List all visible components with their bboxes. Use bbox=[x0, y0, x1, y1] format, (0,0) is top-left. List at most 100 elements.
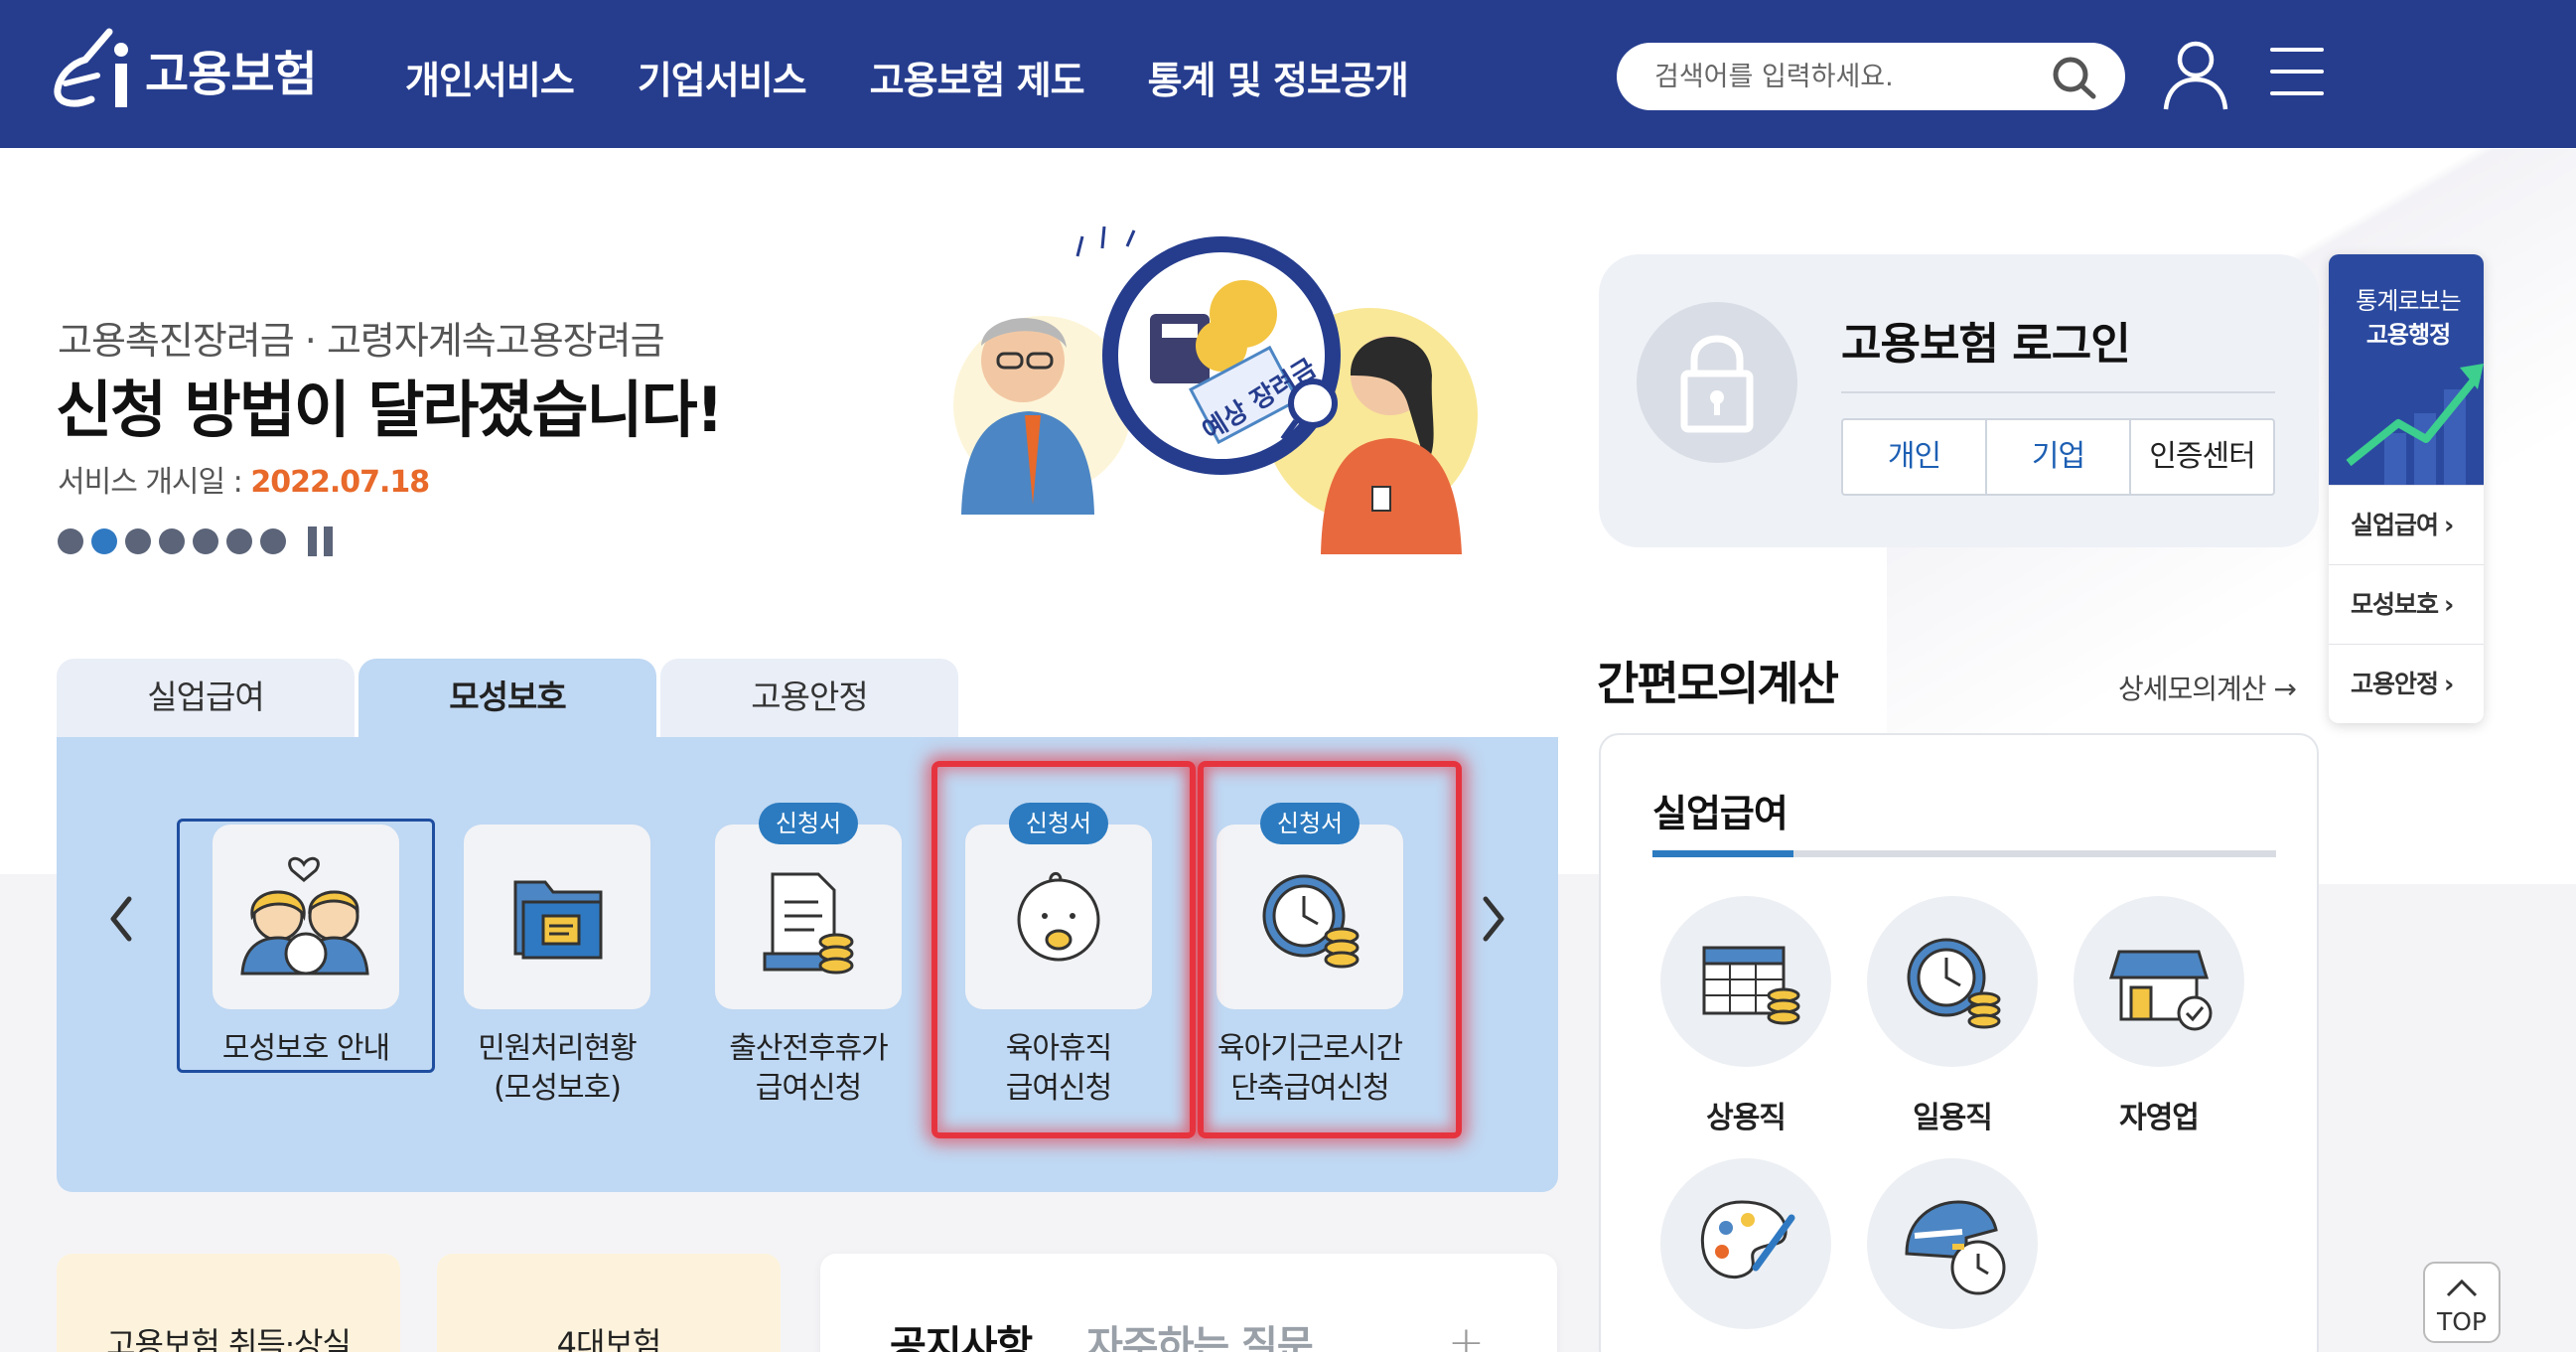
slide-dot-5[interactable] bbox=[193, 528, 218, 554]
tab-notice[interactable]: 공지사항 bbox=[890, 1313, 1033, 1352]
tab-employment-stability[interactable]: 고용안정 bbox=[660, 659, 958, 738]
search-input[interactable] bbox=[1654, 55, 2032, 98]
statistics-title-line2: 고용행정 bbox=[2365, 321, 2451, 349]
service-label: 출산전후휴가급여신청 bbox=[684, 1029, 932, 1109]
site-logo[interactable]: 고용보험 bbox=[52, 24, 318, 115]
banner-illustration: 예상 장려금 bbox=[953, 226, 1478, 554]
user-icon[interactable] bbox=[2160, 38, 2231, 111]
slide-dot-3[interactable] bbox=[125, 528, 151, 554]
scroll-top-button[interactable]: TOP bbox=[2423, 1262, 2501, 1343]
hamburger-menu-icon[interactable] bbox=[2270, 48, 2324, 97]
search-icon[interactable] bbox=[2050, 55, 2099, 100]
service-card-complaint-status[interactable] bbox=[464, 825, 650, 1009]
chevron-left-icon[interactable] bbox=[101, 889, 141, 949]
banner-subtitle: 고용촉진장려금 · 고령자계속고용장려금 bbox=[58, 319, 665, 363]
slide-dot-6[interactable] bbox=[226, 528, 252, 554]
certificate-center-button[interactable]: 인증센터 bbox=[2131, 420, 2273, 494]
login-box: 고용보험 로그인 개인 기업 인증센터 bbox=[1599, 254, 2319, 547]
quick-side-menu: 통계로보는 고용행정 실업급여 › 모성보호 › 고용안정 › bbox=[2329, 254, 2484, 723]
calc-label: 일용직 bbox=[1913, 1101, 1993, 1135]
palette-icon bbox=[1700, 1200, 1795, 1279]
application-badge: 신청서 bbox=[759, 803, 858, 844]
slide-dot-1[interactable] bbox=[58, 528, 83, 554]
login-title: 고용보험 로그인 bbox=[1841, 319, 2131, 370]
calc-self-employed-button[interactable] bbox=[2074, 896, 2244, 1067]
notice-box: 공지사항 자주하는 질문 + bbox=[820, 1254, 1557, 1352]
slide-dot-4[interactable] bbox=[159, 528, 185, 554]
divider bbox=[1841, 391, 2275, 393]
arrow-right-icon: → bbox=[2273, 673, 2296, 705]
calc-box: 실업급여 상용직 일용직 자영업 bbox=[1599, 733, 2319, 1352]
slide-indicator bbox=[58, 526, 333, 556]
service-label-line1: 모성보호 안내 bbox=[221, 1031, 390, 1066]
quick-item-maternity[interactable]: 모성보호 › bbox=[2329, 564, 2484, 644]
banner-date-label: 서비스 개시일 : bbox=[58, 465, 251, 500]
chevron-right-icon: › bbox=[2444, 670, 2454, 698]
nav-insurance-system[interactable]: 고용보험 제도 bbox=[870, 50, 1085, 104]
search-box bbox=[1617, 43, 2125, 110]
store-icon bbox=[2108, 950, 2213, 1031]
login-personal-button[interactable]: 개인 bbox=[1843, 420, 1987, 494]
slide-dot-2[interactable] bbox=[91, 528, 117, 554]
detail-calc-label: 상세모의계산 bbox=[2118, 673, 2267, 705]
calc-regular-worker-button[interactable] bbox=[1660, 896, 1831, 1067]
top-label: TOP bbox=[2436, 1307, 2488, 1336]
chevron-right-icon[interactable] bbox=[1474, 889, 1513, 949]
family-icon bbox=[240, 856, 369, 976]
statistics-title-line1: 통계로보는 bbox=[2356, 287, 2461, 315]
calc-label: 상용직 bbox=[1706, 1101, 1787, 1135]
chevron-right-icon: › bbox=[2444, 590, 2454, 619]
service-card-maternity-leave-benefit[interactable] bbox=[715, 825, 902, 1009]
statistics-banner[interactable]: 통계로보는고용행정 bbox=[2329, 254, 2484, 485]
chevron-up-icon bbox=[2446, 1278, 2478, 1297]
nav-personal-service[interactable]: 개인서비스 bbox=[405, 50, 575, 104]
service-label-line1: 출산전후휴가 bbox=[729, 1031, 889, 1066]
main-nav: 개인서비스 기업서비스 고용보험 제도 통계 및 정보공개 bbox=[405, 50, 1409, 104]
logo-text: 고용보험 bbox=[145, 47, 318, 102]
site-header: 고용보험 개인서비스 기업서비스 고용보험 제도 통계 및 정보공개 bbox=[0, 0, 2576, 148]
calc-artist-button[interactable] bbox=[1660, 1158, 1831, 1329]
pause-icon[interactable] bbox=[308, 526, 333, 556]
clock-coins-icon bbox=[1907, 938, 2001, 1029]
highlight-box-parental-leave bbox=[931, 761, 1196, 1138]
calc-label: 자영업 bbox=[2119, 1101, 2200, 1135]
ei-logo-icon bbox=[54, 28, 128, 107]
quick-item-unemployment[interactable]: 실업급여 › bbox=[2329, 485, 2484, 564]
calc-title: 간편모의계산 bbox=[1597, 657, 1839, 710]
calendar-coins-icon bbox=[1702, 946, 1800, 1025]
quick-link-four-insurances[interactable]: 4대보험 bbox=[437, 1254, 781, 1352]
service-label-line2: 급여신청 bbox=[755, 1071, 862, 1106]
service-label: 민원처리현황 (모성보호) bbox=[433, 1029, 681, 1109]
plus-icon[interactable]: + bbox=[1448, 1317, 1485, 1352]
quick-item-label: 모성보호 bbox=[2351, 590, 2439, 619]
nav-statistics[interactable]: 통계 및 정보공개 bbox=[1148, 50, 1409, 104]
document-coins-icon bbox=[763, 872, 854, 975]
tab-maternity[interactable]: 모성보호 bbox=[358, 659, 656, 738]
nav-business-service[interactable]: 기업서비스 bbox=[638, 50, 807, 104]
detail-calc-link[interactable]: 상세모의계산 → bbox=[2118, 668, 2297, 707]
service-label-line2: (모성보호) bbox=[494, 1071, 622, 1106]
calc-tab-indicator bbox=[1652, 850, 2276, 857]
highlight-box-reduced-hours bbox=[1198, 761, 1462, 1138]
slide-dot-7[interactable] bbox=[260, 528, 286, 554]
tab-unemployment[interactable]: 실업급여 bbox=[57, 659, 355, 738]
calc-daily-worker-button[interactable] bbox=[1867, 896, 2038, 1067]
chart-trend-icon bbox=[2346, 364, 2484, 485]
calc-subtitle: 실업급여 bbox=[1652, 792, 1789, 835]
calc-delivery-worker-button[interactable] bbox=[1867, 1158, 2038, 1329]
banner-title[interactable]: 신청 방법이 달라졌습니다! bbox=[56, 360, 724, 449]
quick-item-label: 고용안정 bbox=[2351, 670, 2439, 698]
login-business-button[interactable]: 기업 bbox=[1987, 420, 2131, 494]
helmet-clock-icon bbox=[1905, 1200, 2006, 1295]
chevron-right-icon: › bbox=[2444, 511, 2454, 539]
lock-icon bbox=[1637, 302, 1797, 463]
statistics-banner-title: 통계로보는고용행정 bbox=[2339, 284, 2478, 352]
quick-item-label: 실업급여 bbox=[2351, 511, 2439, 539]
service-card-maternity-guide[interactable] bbox=[213, 825, 399, 1009]
quick-link-insurance-acquisition[interactable]: 고용보험 취득·상실 bbox=[57, 1254, 400, 1352]
banner-date-value: 2022.07.18 bbox=[250, 465, 430, 500]
service-label: 모성보호 안내 bbox=[182, 1029, 430, 1069]
folder-icon bbox=[513, 880, 603, 960]
quick-item-employment-stability[interactable]: 고용안정 › bbox=[2329, 644, 2484, 723]
tab-faq[interactable]: 자주하는 질문 bbox=[1086, 1313, 1314, 1352]
